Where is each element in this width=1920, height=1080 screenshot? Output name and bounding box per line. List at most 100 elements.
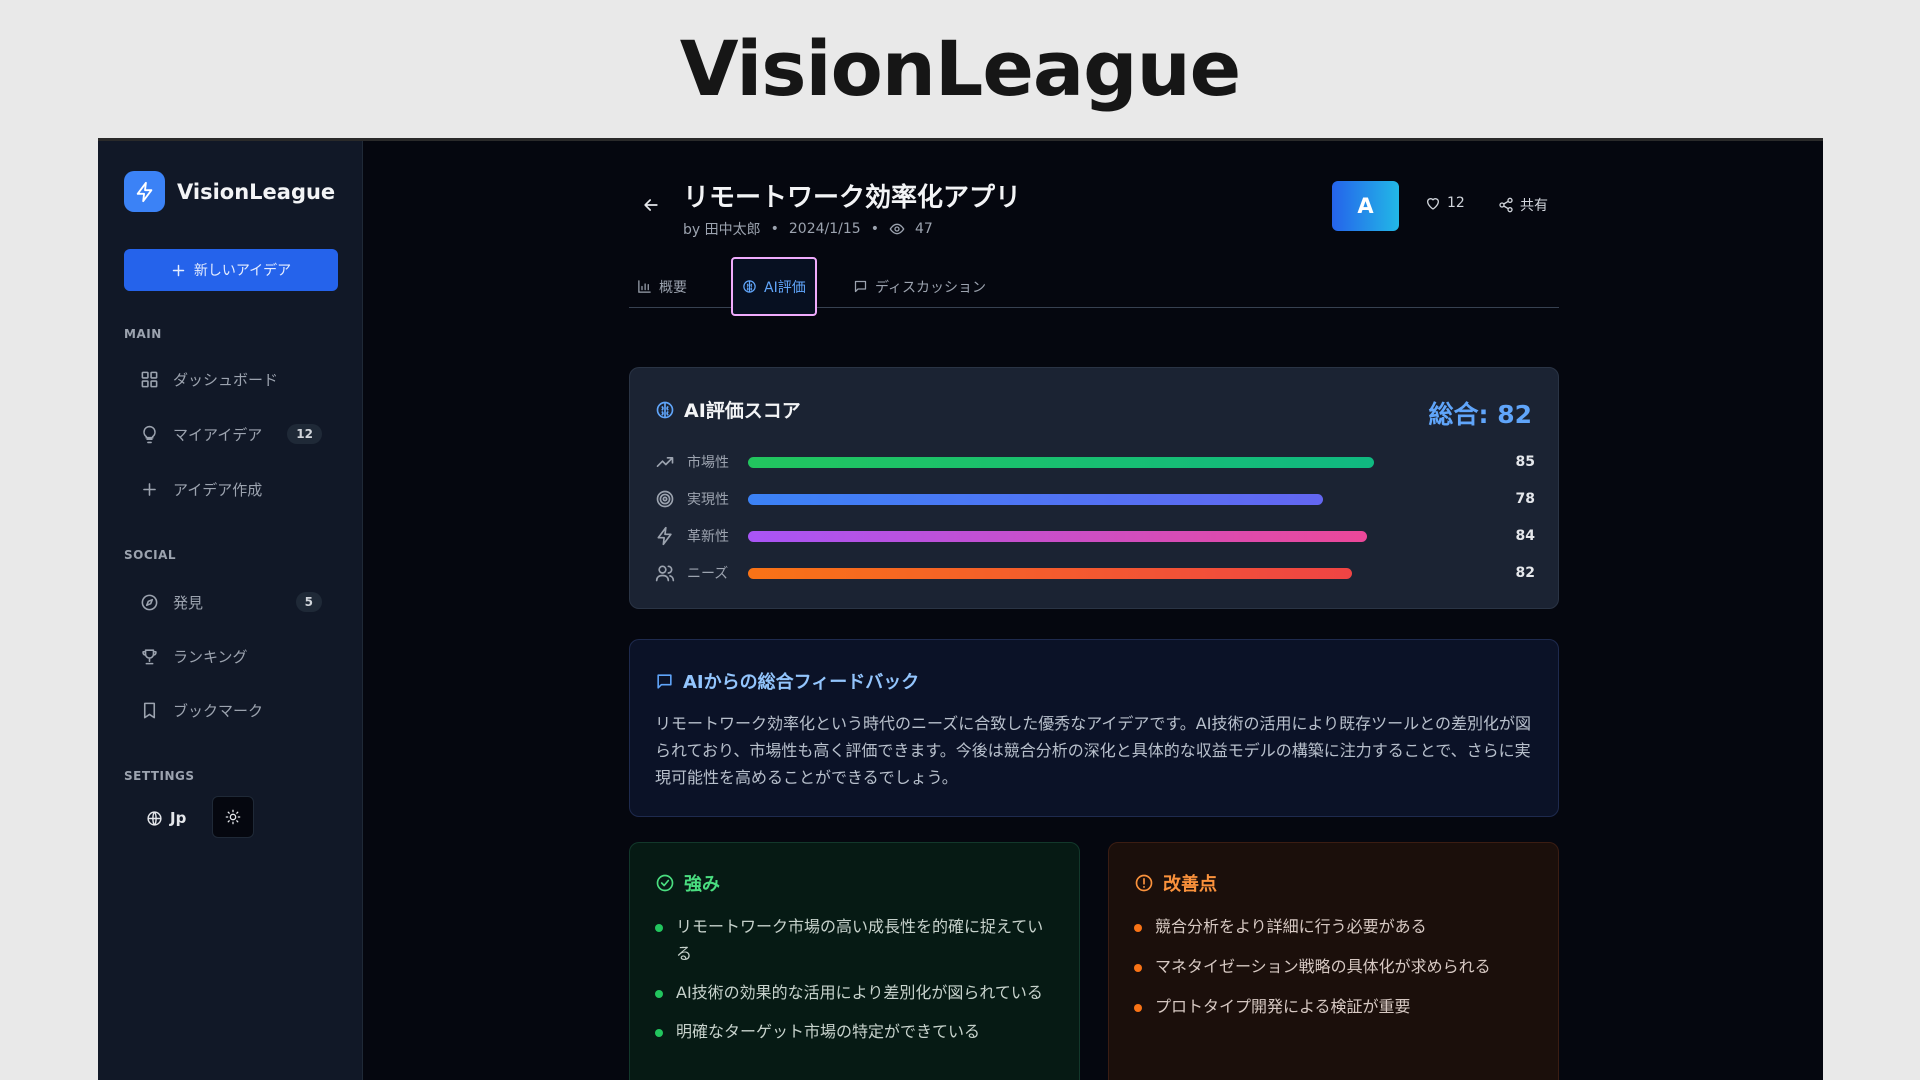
improvements-list: 競合分析をより詳細に行う必要がある マネタイゼーション戦略の具体化が求められる …: [1134, 913, 1534, 1033]
sidebar-item-dashboard[interactable]: ダッシュボード: [140, 363, 322, 395]
metric-label: 実現性: [655, 489, 748, 509]
grade-badge: A: [1332, 181, 1399, 231]
sidebar-item-create-idea[interactable]: アイデア作成: [140, 473, 322, 505]
theme-toggle-button[interactable]: [212, 796, 254, 838]
sidebar-item-label: 発見: [173, 593, 204, 612]
new-idea-button[interactable]: 新しいアイデア: [124, 249, 338, 291]
metric-row: 市場性 85: [655, 450, 1535, 474]
eye-icon: [889, 223, 905, 235]
compass-icon: [141, 594, 158, 610]
metric-track: [748, 567, 1485, 579]
users-icon: [655, 565, 675, 582]
trend-up-icon: [656, 457, 674, 467]
main-content: リモートワーク効率化アプリ by 田中太郎 • 2024/1/15 • 47 A…: [363, 141, 1823, 1080]
feedback-title-text: AIからの総合フィードバック: [683, 672, 920, 693]
section-label-settings: SETTINGS: [124, 769, 195, 783]
idea-title: リモートワーク効率化アプリ: [683, 183, 1022, 213]
view-count: 47: [914, 221, 933, 237]
metric-value: 85: [1515, 454, 1535, 470]
tab-label: 概要: [659, 279, 687, 296]
tab-bar: 概要 AI評価 ディスカッション: [629, 257, 1559, 316]
share-icon: [1499, 197, 1513, 213]
app-window: VisionLeague 新しいアイデア MAIN ダッシュボード マイアイデア…: [98, 138, 1823, 1080]
brand-name: VisionLeague: [177, 179, 336, 204]
section-label-main: MAIN: [124, 327, 162, 341]
language-toggle[interactable]: Jp: [146, 809, 186, 827]
metric-name: ニーズ: [687, 566, 729, 582]
heart-icon: [1427, 198, 1439, 210]
brain-icon: [656, 401, 674, 418]
metric-label: 革新性: [655, 526, 748, 546]
section-label-social: SOCIAL: [124, 548, 177, 562]
bookmark-icon: [143, 702, 156, 718]
metric-row: 実現性 78: [655, 487, 1535, 511]
metric-bar: [748, 456, 1375, 468]
check-circle-icon: [656, 874, 674, 892]
metric-label: 市場性: [655, 452, 748, 472]
feedback-text: リモートワーク効率化という時代のニーズに合致した優秀なアイデアです。AI技術の活…: [655, 714, 1531, 787]
brain-icon: [743, 280, 756, 293]
message-square-icon: [854, 280, 867, 293]
lightning-logo-icon: [124, 171, 165, 212]
author: by 田中太郎: [683, 222, 761, 238]
idea-meta: by 田中太郎 • 2024/1/15 • 47: [683, 219, 933, 239]
improvements-title-text: 改善点: [1163, 874, 1217, 895]
tab-ai-evaluation[interactable]: AI評価: [731, 257, 817, 316]
metric-value: 78: [1515, 491, 1535, 507]
strengths-card: 強み リモートワーク市場の高い成長性を的確に捉えている AI技術の効果的な活用に…: [629, 842, 1080, 1080]
metric-name: 革新性: [687, 529, 729, 545]
list-item: AI技術の効果的な活用により差別化が図られている: [655, 979, 1055, 1006]
tab-label: ディスカッション: [875, 279, 987, 296]
metric-bar: [748, 567, 1353, 579]
improvements-title: 改善点: [1134, 870, 1217, 896]
sidebar-item-bookmarks[interactable]: ブックマーク: [140, 694, 322, 726]
post-date: 2024/1/15: [788, 221, 861, 237]
lightbulb-icon: [143, 425, 156, 443]
metric-row: ニーズ 82: [655, 561, 1535, 585]
count-badge: 5: [295, 592, 322, 612]
ai-score-card: AI評価スコア 総合: 82 市場性 85 実現性 78 革新性 84 ニーズ …: [629, 367, 1559, 609]
metric-row: 革新性 84: [655, 524, 1535, 548]
list-item: 競合分析をより詳細に行う必要がある: [1134, 913, 1534, 940]
metric-label: ニーズ: [655, 563, 748, 583]
strengths-title: 強み: [655, 870, 720, 896]
sidebar-item-discover[interactable]: 発見 5: [140, 586, 322, 618]
feedback-card: AIからの総合フィードバック リモートワーク効率化という時代のニーズに合致した優…: [629, 639, 1559, 817]
tab-overview[interactable]: 概要: [637, 257, 687, 316]
metric-value: 82: [1515, 565, 1535, 581]
plus-icon: [143, 482, 156, 496]
list-item: プロトタイプ開発による検証が重要: [1134, 993, 1534, 1020]
list-item: リモートワーク市場の高い成長性を的確に捉えている: [655, 913, 1055, 967]
metric-bar: [748, 493, 1323, 505]
score-card-title: AI評価スコア: [655, 396, 801, 423]
like-button[interactable]: 12: [1425, 195, 1465, 211]
tab-label: AI評価: [764, 279, 806, 296]
separator-dot: •: [870, 221, 879, 237]
metric-track: [748, 530, 1485, 542]
like-count: 12: [1447, 195, 1465, 211]
back-button[interactable]: [641, 195, 661, 219]
sidebar-item-ranking[interactable]: ランキング: [140, 640, 322, 672]
sidebar-item-label: アイデア作成: [173, 480, 263, 499]
sun-icon: [225, 809, 241, 825]
trophy-icon: [142, 648, 157, 664]
metric-name: 市場性: [687, 455, 729, 471]
sidebar-item-my-ideas[interactable]: マイアイデア 12: [140, 418, 322, 450]
strengths-title-text: 強み: [684, 874, 720, 895]
new-idea-label: 新しいアイデア: [193, 263, 292, 279]
count-badge: 12: [287, 424, 322, 444]
metric-bar: [748, 530, 1368, 542]
total-score: 総合: 82: [1428, 400, 1533, 429]
separator-dot: •: [770, 221, 779, 237]
strengths-list: リモートワーク市場の高い成長性を的確に捉えている AI技術の効果的な活用により差…: [655, 913, 1055, 1057]
tab-discussion[interactable]: ディスカッション: [853, 257, 986, 316]
metric-track: [748, 493, 1485, 505]
share-label: 共有: [1520, 198, 1548, 214]
feedback-title: AIからの総合フィードバック: [655, 668, 919, 694]
globe-icon: [147, 810, 162, 826]
brand[interactable]: VisionLeague: [124, 171, 335, 212]
metric-track: [748, 456, 1485, 468]
list-item: 明確なターゲット市場の特定ができている: [655, 1018, 1055, 1045]
share-button[interactable]: 共有: [1498, 195, 1548, 215]
sidebar-item-label: マイアイデア: [173, 425, 263, 444]
